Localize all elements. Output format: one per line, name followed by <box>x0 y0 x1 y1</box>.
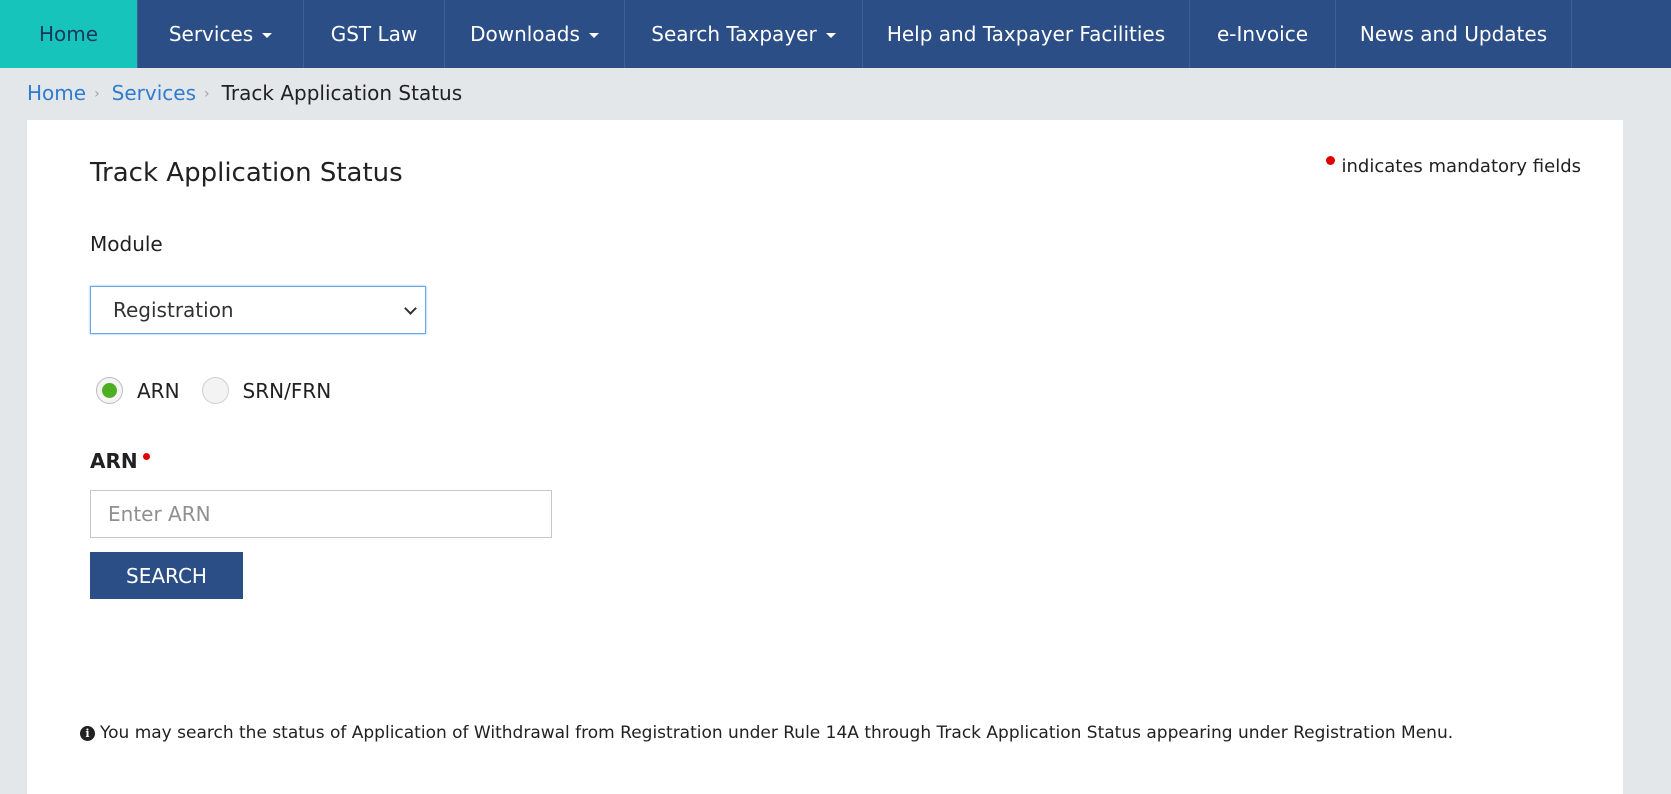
nav-item-e-invoice[interactable]: e-Invoice <box>1190 0 1336 68</box>
nav-item-label: News and Updates <box>1359 22 1548 46</box>
info-note-text: You may search the status of Application… <box>100 723 1454 743</box>
nav-item-help-taxpayer-facilities[interactable]: Help and Taxpayer Facilities <box>863 0 1190 68</box>
track-status-card: Track Application Status indicates manda… <box>27 120 1623 794</box>
info-circle-icon: i <box>80 725 95 741</box>
module-label: Module <box>90 232 163 256</box>
search-button[interactable]: SEARCH <box>90 552 243 599</box>
search-type-radio-group: ARN SRN/FRN <box>96 377 353 404</box>
page-title: Track Application Status <box>90 158 403 188</box>
nav-item-label: GST Law <box>330 22 418 46</box>
nav-item-label: Search Taxpayer <box>651 22 817 46</box>
mandatory-note-text: indicates mandatory fields <box>1341 156 1581 177</box>
chevron-right-icon: › <box>204 86 210 102</box>
nav-item-label: Downloads <box>470 22 580 46</box>
nav-item-label: Services <box>168 22 254 46</box>
arn-label-text: ARN <box>90 449 138 473</box>
chevron-right-icon: › <box>94 86 100 102</box>
caret-down-icon <box>588 32 599 38</box>
nav-item-label: Home <box>38 22 99 46</box>
nav-item-services[interactable]: Services <box>138 0 304 68</box>
main-navbar: Home Services GST Law Downloads Search T… <box>0 0 1671 68</box>
nav-item-downloads[interactable]: Downloads <box>445 0 625 68</box>
red-dot-icon <box>1325 156 1335 165</box>
nav-item-home[interactable]: Home <box>0 0 138 68</box>
breadcrumb-home-link[interactable]: Home <box>27 81 86 105</box>
arn-field-label: ARN <box>90 449 157 473</box>
breadcrumb-services-link[interactable]: Services <box>112 81 196 105</box>
module-select[interactable]: Registration <box>90 286 426 334</box>
nav-item-news-updates[interactable]: News and Updates <box>1336 0 1572 68</box>
chevron-down-icon <box>404 302 417 315</box>
info-note: i You may search the status of Applicati… <box>80 723 1453 743</box>
nav-item-search-taxpayer[interactable]: Search Taxpayer <box>625 0 863 68</box>
radio-srn-frn-label[interactable]: SRN/FRN <box>243 379 332 403</box>
breadcrumb: Home › Services › Track Application Stat… <box>27 80 462 106</box>
module-selected-value: Registration <box>113 298 234 322</box>
caret-down-icon <box>825 32 836 38</box>
radio-arn[interactable] <box>96 377 123 404</box>
radio-arn-label[interactable]: ARN <box>137 379 180 403</box>
radio-srn-frn[interactable] <box>201 377 229 404</box>
red-dot-icon <box>142 452 150 460</box>
nav-item-label: e-Invoice <box>1216 22 1309 46</box>
nav-item-label: Help and Taxpayer Facilities <box>886 22 1166 46</box>
arn-input[interactable] <box>90 490 552 538</box>
caret-down-icon <box>262 32 273 38</box>
breadcrumb-current: Track Application Status <box>221 81 463 105</box>
nav-item-gst-law[interactable]: GST Law <box>304 0 445 68</box>
mandatory-note: indicates mandatory fields <box>1325 156 1581 177</box>
